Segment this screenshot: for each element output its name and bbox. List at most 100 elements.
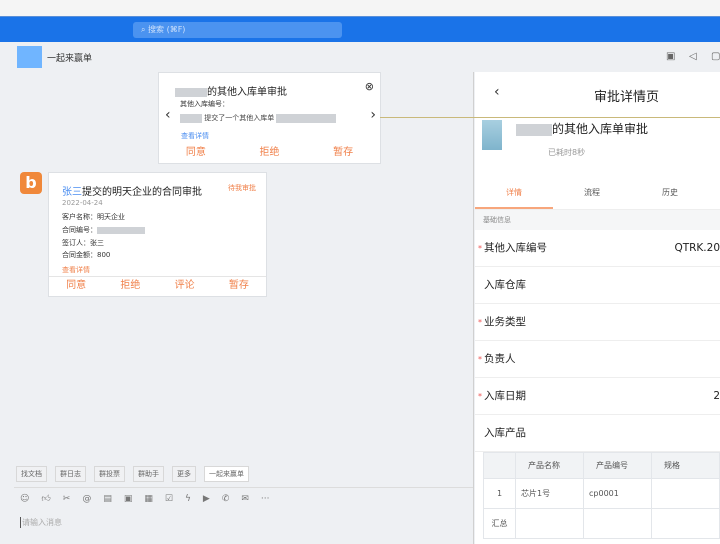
required-mark: * bbox=[478, 244, 482, 253]
save-draft-button[interactable]: 暂存 bbox=[333, 143, 353, 158]
table-row: 1 芯片1号 cp0001 bbox=[483, 478, 720, 509]
emoji-icon[interactable]: ☺ bbox=[20, 494, 29, 504]
required-mark: * bbox=[478, 355, 482, 364]
field-row[interactable]: 入库仓库 bbox=[475, 267, 720, 304]
card-field: 合同编号： bbox=[62, 226, 97, 234]
more-icon[interactable]: ··· bbox=[261, 494, 270, 504]
task-icon[interactable]: ☑ bbox=[165, 494, 173, 504]
reject-button[interactable]: 拒绝 bbox=[120, 276, 140, 291]
popup-field-label: 其他入库编号： bbox=[180, 100, 229, 108]
tab-history[interactable]: 历史 bbox=[631, 175, 709, 209]
comment-button[interactable]: 评论 bbox=[175, 276, 195, 291]
field-row[interactable]: * 入库日期 2 bbox=[475, 378, 720, 415]
file-icon[interactable]: ▣ bbox=[124, 494, 133, 504]
guide-line bbox=[380, 117, 720, 118]
screen-share-icon[interactable]: ▣ bbox=[666, 51, 675, 62]
field-label: 负责人 bbox=[484, 353, 516, 365]
card-title: 提交的明天企业的合同审批 bbox=[82, 187, 202, 198]
avatar bbox=[482, 120, 502, 150]
card-field: 合同金额：800 bbox=[62, 251, 111, 259]
contract-approval-card: 张三提交的明天企业的合同审批 待我审批 2022-04-24 客户名称：明天企业… bbox=[48, 172, 267, 297]
table-cell: 规格 bbox=[651, 452, 720, 479]
table-cell: 1 bbox=[483, 478, 516, 509]
table-cell bbox=[515, 508, 584, 539]
tab-details[interactable]: 详情 bbox=[475, 175, 553, 209]
tag-win-together[interactable]: 一起来赢单 bbox=[204, 466, 249, 482]
tag-find-docs[interactable]: 找文档 bbox=[16, 466, 47, 482]
tag-group-vote[interactable]: 群投票 bbox=[94, 466, 125, 482]
submitter-name[interactable]: 张三 bbox=[62, 187, 82, 198]
elapsed-time: 已耗时8秒 bbox=[548, 148, 586, 157]
card-date: 2022-04-24 bbox=[62, 199, 103, 207]
message-input[interactable]: 请输入消息 bbox=[20, 517, 62, 528]
tab-process[interactable]: 流程 bbox=[553, 175, 631, 209]
sticker-icon[interactable]: ▤ bbox=[103, 494, 112, 504]
at-icon[interactable]: @ bbox=[82, 494, 91, 504]
scissors-icon[interactable]: ✂ bbox=[63, 494, 71, 504]
search-icon: ⌕ bbox=[141, 25, 149, 34]
field-row[interactable]: * 负责人 bbox=[475, 341, 720, 378]
popup-line: 提交了一个其他入库单 bbox=[204, 114, 275, 122]
group-name: 一起来赢单 bbox=[47, 54, 93, 64]
approval-name: 的其他入库单审批 bbox=[552, 122, 649, 136]
reject-button[interactable]: 拒绝 bbox=[259, 143, 279, 158]
close-icon[interactable]: ⊗ bbox=[365, 80, 374, 93]
card-field: 签订人：张三 bbox=[62, 239, 104, 247]
mail-icon[interactable]: ✉ bbox=[241, 494, 249, 504]
calendar-icon[interactable]: ▦ bbox=[144, 494, 153, 504]
table-cell: 芯片1号 bbox=[515, 478, 584, 509]
group-avatar[interactable] bbox=[17, 46, 42, 68]
table-cell bbox=[651, 478, 720, 509]
message-toolbar: ☺ 👍︎ ✂ @ ▤ ▣ ▦ ☑ ϟ ▶ ✆ ✉ ··· bbox=[20, 494, 270, 504]
back-icon[interactable]: ‹ bbox=[494, 84, 500, 100]
speaker-icon[interactable]: ◁ bbox=[689, 51, 697, 62]
approval-popup: 的其他入库单审批 ⊗ 其他入库编号： 提交了一个其他入库单 ‹ › 查看详情 同… bbox=[158, 72, 381, 164]
field-value: 2 bbox=[713, 390, 720, 402]
approve-button[interactable]: 同意 bbox=[66, 276, 86, 291]
view-details-link[interactable]: 查看详情 bbox=[181, 131, 209, 141]
field-row[interactable]: 入库产品 bbox=[475, 415, 720, 452]
chevron-left-icon[interactable]: ‹ bbox=[165, 107, 171, 123]
window-icon[interactable]: ▢ bbox=[711, 51, 720, 62]
field-row[interactable]: * 其他入库编号 QTRK.20 bbox=[475, 230, 720, 267]
table-header: 产品名称 产品编号 规格 bbox=[483, 452, 720, 479]
tag-group-assistant[interactable]: 群助手 bbox=[133, 466, 164, 482]
field-row[interactable]: * 业务类型 bbox=[475, 304, 720, 341]
chevron-right-icon[interactable]: › bbox=[370, 107, 376, 123]
card-field: 客户名称：明天企业 bbox=[62, 213, 125, 221]
required-mark: * bbox=[478, 318, 482, 327]
window-top-strip bbox=[0, 0, 720, 16]
table-cell: cp0001 bbox=[583, 478, 652, 509]
field-label: 其他入库编号 bbox=[484, 242, 547, 254]
view-details-link[interactable]: 查看详情 bbox=[62, 265, 90, 275]
table-cell: 产品编号 bbox=[583, 452, 652, 479]
approve-button[interactable]: 同意 bbox=[186, 143, 206, 158]
table-cell: 产品名称 bbox=[515, 452, 584, 479]
detail-title: 审批详情页 bbox=[594, 90, 660, 105]
field-label: 入库仓库 bbox=[484, 279, 526, 291]
section-basic-info: 基础信息 bbox=[475, 210, 720, 230]
panel-divider bbox=[473, 72, 474, 544]
product-table: 产品名称 产品编号 规格 1 芯片1号 cp0001 汇总 bbox=[483, 452, 720, 539]
lightning-icon[interactable]: ϟ bbox=[185, 494, 191, 504]
video-icon[interactable]: ▶ bbox=[203, 494, 210, 504]
status-badge: 待我审批 bbox=[228, 184, 256, 192]
thumbs-up-icon[interactable]: 👍︎ bbox=[41, 494, 50, 504]
field-label: 业务类型 bbox=[484, 316, 526, 328]
phone-icon[interactable]: ✆ bbox=[222, 494, 230, 504]
detail-tabs: 详情 流程 历史 bbox=[475, 175, 720, 210]
title-bar bbox=[0, 16, 720, 42]
table-cell bbox=[483, 452, 516, 479]
quick-tags: 找文档 群日志 群投票 群助手 更多 一起来赢单 bbox=[16, 466, 249, 482]
field-label: 入库日期 bbox=[484, 390, 526, 402]
divider bbox=[14, 487, 473, 488]
table-row: 汇总 bbox=[483, 508, 720, 539]
tag-more[interactable]: 更多 bbox=[172, 466, 196, 482]
save-draft-button[interactable]: 暂存 bbox=[229, 276, 249, 291]
tag-group-log[interactable]: 群日志 bbox=[55, 466, 86, 482]
required-mark: * bbox=[478, 392, 482, 401]
popup-title: 的其他入库单审批 bbox=[207, 87, 287, 98]
table-cell: 汇总 bbox=[483, 508, 516, 539]
search-input[interactable]: ⌕ 搜索 (⌘F) bbox=[133, 22, 342, 38]
bot-avatar[interactable]: b bbox=[20, 172, 42, 194]
